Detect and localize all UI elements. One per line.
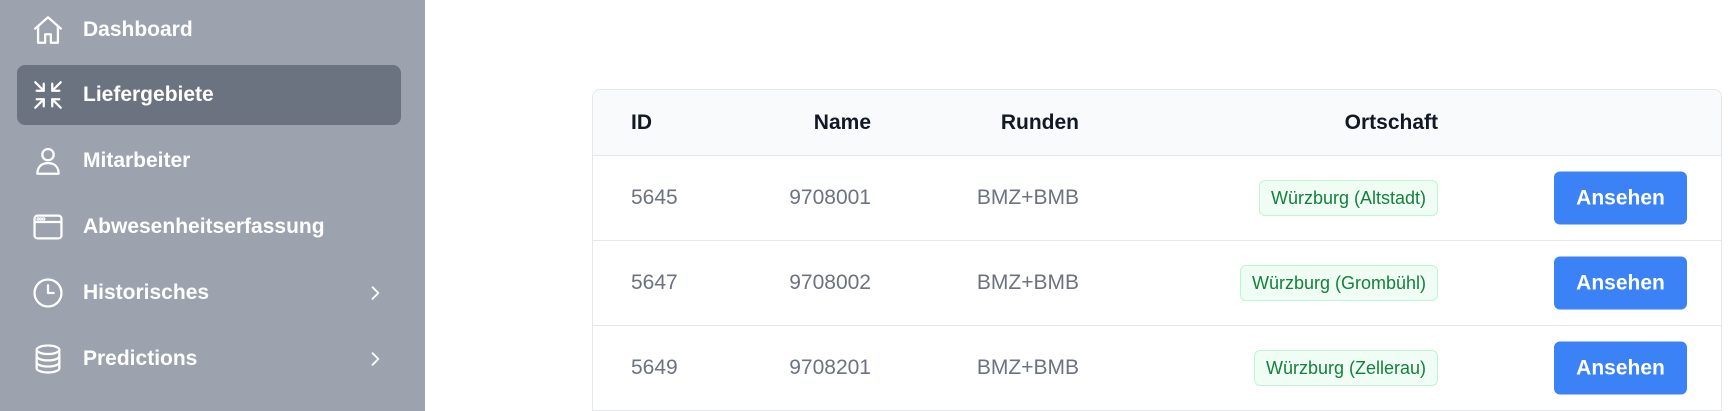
cell-id: 5649 [631, 356, 678, 379]
sidebar-item-mitarbeiter[interactable]: Mitarbeiter [17, 131, 401, 191]
table-header: ID Name Runden Ortschaft [593, 90, 1721, 156]
sidebar-item-abwesenheitserfassung[interactable]: Abwesenheitserfassung [17, 197, 401, 257]
ansehen-button[interactable]: Ansehen [1554, 341, 1687, 395]
sidebar-item-label: Predictions [83, 347, 198, 370]
cell-id: 5645 [631, 186, 678, 209]
sidebar-item-label: Mitarbeiter [83, 149, 191, 172]
sidebar: Dashboard Liefergebiete Mitarbeiter Abwe… [0, 0, 425, 411]
table-row: 5647 9708002 BMZ+BMB Würzburg (Grombühl)… [593, 241, 1721, 326]
ortschaft-badge: Würzburg (Zellerau) [1253, 350, 1438, 386]
cell-id: 5647 [631, 271, 678, 294]
ansehen-button[interactable]: Ansehen [1554, 171, 1687, 225]
cell-name: 9708001 [789, 186, 871, 209]
cell-runden: BMZ+BMB [976, 271, 1079, 294]
browser-window-icon [31, 210, 65, 244]
sidebar-item-label: Liefergebiete [83, 83, 214, 106]
sidebar-item-dashboard[interactable]: Dashboard [17, 0, 401, 60]
chevron-right-icon[interactable] [365, 283, 385, 303]
column-header-runden: Runden [1000, 110, 1079, 134]
cell-runden: BMZ+BMB [976, 356, 1079, 379]
column-header-name: Name [813, 110, 871, 134]
sidebar-item-historisches[interactable]: Historisches [17, 263, 401, 323]
database-icon [31, 342, 65, 376]
sidebar-item-label: Abwesenheitserfassung [83, 215, 325, 238]
sidebar-item-predictions[interactable]: Predictions [17, 329, 401, 389]
user-icon [31, 144, 65, 178]
sidebar-item-liefergebiete[interactable]: Liefergebiete [17, 65, 401, 125]
cell-name: 9708002 [789, 271, 871, 294]
table-row: 5645 9708001 BMZ+BMB Würzburg (Altstadt)… [593, 156, 1721, 241]
ortschaft-badge: Würzburg (Grombühl) [1239, 265, 1438, 301]
arrows-shrink-icon [31, 78, 65, 112]
chevron-right-icon[interactable] [365, 349, 385, 369]
column-header-ortschaft: Ortschaft [1344, 110, 1438, 134]
table-row: 5649 9708201 BMZ+BMB Würzburg (Zellerau)… [593, 326, 1721, 411]
clock-icon [31, 276, 65, 310]
sidebar-item-label: Dashboard [83, 18, 193, 41]
cell-runden: BMZ+BMB [976, 186, 1079, 209]
home-icon [31, 13, 65, 47]
sidebar-item-label: Historisches [83, 281, 210, 304]
ortschaft-badge: Würzburg (Altstadt) [1258, 180, 1438, 216]
ansehen-button[interactable]: Ansehen [1554, 256, 1687, 310]
liefergebiete-table: ID Name Runden Ortschaft 5645 9708001 BM… [592, 89, 1722, 411]
cell-name: 9708201 [789, 356, 871, 379]
column-header-id: ID [631, 110, 652, 134]
